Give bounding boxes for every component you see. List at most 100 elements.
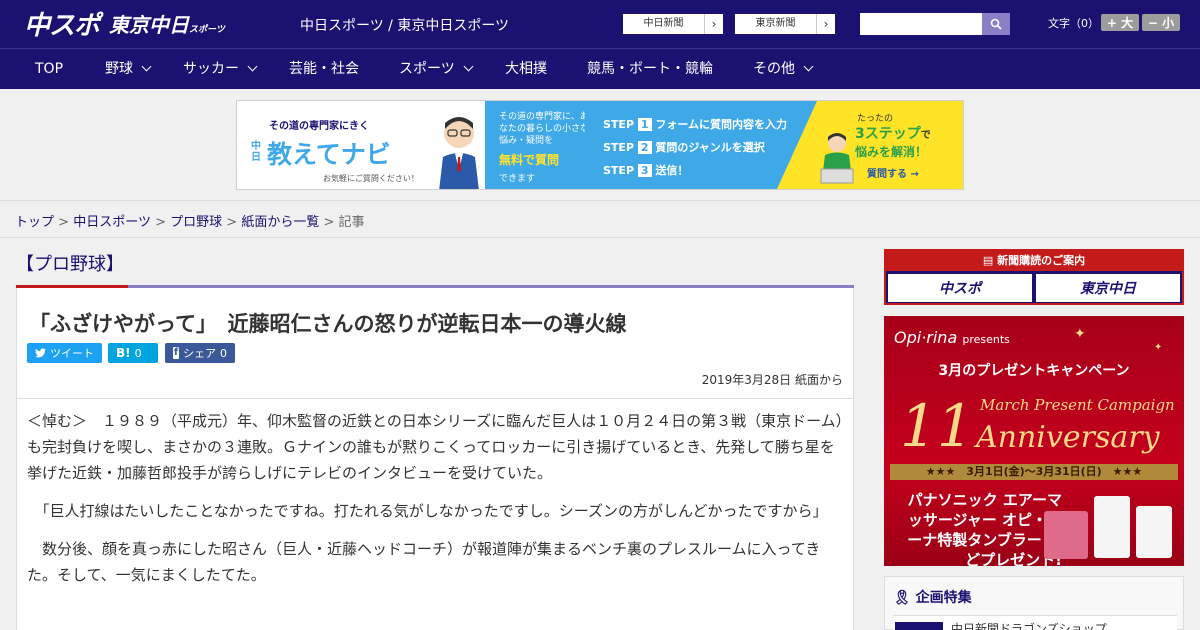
step-3-text: 送信！ — [655, 164, 689, 177]
chunichi-shimbun-label: 中日新聞 — [623, 14, 705, 34]
nav-baseball[interactable]: 野球 — [105, 49, 152, 90]
step-label: STEP — [603, 164, 635, 177]
site-logo[interactable]: 中スポ 東京中日スポーツ — [24, 8, 225, 41]
nav-top-label: TOP — [35, 61, 64, 77]
step-number-3: 3 — [637, 164, 652, 177]
opirina-campaign-ad[interactable]: Opi·rina presents 3月のプレゼントキャンペーン 11 Marc… — [884, 316, 1184, 566]
hatena-icon: B! — [116, 346, 131, 360]
breadcrumb: トップ > 中日スポーツ > プロ野球 > 紙面から一覧 > 記事 — [15, 211, 365, 230]
subscription-box: ▤ 新聞購読のご案内 中スポ 東京中日 — [884, 249, 1184, 305]
nav-entertainment-label: 芸能・社会 — [289, 61, 359, 77]
navigator-illustration — [439, 117, 479, 189]
tokyo-shimbun-label: 東京新聞 — [735, 14, 817, 34]
main-nav: TOP 野球 サッカー 芸能・社会 スポーツ 大相撲 競馬・ボート・競輪 その他 — [0, 48, 1200, 89]
font-smaller-button[interactable]: − 小 — [1142, 14, 1180, 31]
nav-entertainment[interactable]: 芸能・社会 — [289, 49, 359, 90]
site-title: 中日スポーツ / 東京中日スポーツ — [300, 18, 510, 34]
nav-soccer-label: サッカー — [183, 61, 239, 77]
promo-products: パナソニック エアーマッサージャー オピ・リーナ特製タンブラー などプレゼント! — [907, 491, 1062, 566]
chunichi-shimbun-link[interactable]: 中日新聞 › — [622, 13, 724, 35]
sparkle-icon: ✦ — [1074, 326, 1086, 342]
breadcrumb-sep: > — [155, 215, 166, 230]
nav-racing-label: 競馬・ボート・競輪 — [587, 61, 713, 77]
breadcrumb-bar: トップ > 中日スポーツ > プロ野球 > 紙面から一覧 > 記事 — [0, 200, 1200, 238]
breadcrumb-home[interactable]: トップ — [15, 215, 54, 230]
banner-step-3: STEP 3 送信！ — [603, 162, 688, 178]
ribbon-icon: 🎗 — [893, 590, 911, 606]
step-number-2: 2 — [637, 141, 652, 154]
nav-sports-label: スポーツ — [399, 61, 455, 77]
banner-right-big-text: 3ステップ — [855, 126, 921, 142]
promo-brand-name: Opi·rina — [894, 328, 958, 347]
logo-tokyo-chunichi: 東京中日スポーツ — [109, 9, 225, 38]
facebook-share-button[interactable]: f シェア 0 — [165, 343, 235, 363]
subscribe-tokyo-chunichi-button[interactable]: 東京中日 — [1036, 274, 1180, 302]
chevron-down-icon — [463, 61, 474, 72]
logo-tokyo-chunichi-text: 東京中日 — [109, 12, 190, 37]
article-body: ＜悼む＞ １９８９（平成元）年、仰木監督の近鉄との日本シリーズに臨んだ巨人は１０… — [27, 408, 845, 600]
breadcrumb-sep: > — [58, 215, 70, 230]
tumbler-product-image — [1136, 506, 1172, 558]
article-headline: 「ふざけやがって」 近藤昭仁さんの怒りが逆転日本一の導火線 — [29, 312, 627, 336]
twitter-icon — [35, 348, 46, 358]
subscription-header-text: 新聞購読のご案内 — [997, 254, 1086, 267]
banner-right-bottom: 悩みを解消！ — [855, 145, 928, 159]
facebook-icon: f — [173, 347, 179, 359]
nav-racing[interactable]: 競馬・ボート・競輪 — [587, 49, 713, 90]
search-button[interactable] — [982, 13, 1010, 35]
subscribe-chuspo-button[interactable]: 中スポ — [888, 274, 1032, 302]
laptop-user-illustration — [820, 133, 854, 184]
nav-soccer[interactable]: サッカー — [183, 49, 258, 90]
banner-mid-highlight: 無料で質問 — [499, 153, 560, 167]
promo-anniversary-number: 11 — [900, 392, 974, 460]
oshiete-navi-banner[interactable]: その道の専門家にきく 中日 教えてナビ お気軽にご質問ください！ その道の専門家… — [236, 100, 964, 190]
banner-tagline: その道の専門家にきく — [269, 121, 369, 132]
logo-sports-small: スポーツ — [189, 24, 225, 35]
chevron-down-icon — [247, 61, 258, 72]
article-date: 2019年3月28日 紙面から — [701, 373, 843, 387]
nav-top[interactable]: TOP — [35, 49, 63, 90]
tweet-button[interactable]: ツイート — [27, 343, 102, 363]
promo-anniversary: Anniversary — [976, 420, 1160, 455]
step-label: STEP — [603, 141, 635, 154]
step-number-1: 1 — [637, 118, 652, 131]
feature-title: 🎗 企画特集 — [893, 587, 972, 607]
banner-step-1: STEP 1 フォームに質問内容を入力 — [603, 116, 787, 132]
newspaper-icon: ▤ — [982, 254, 994, 267]
feature-item-dragons-shop[interactable]: 中日新聞ドラゴンズショップ — [893, 615, 1177, 630]
feature-item-label: 中日新聞ドラゴンズショップ — [951, 622, 1107, 630]
breadcrumb-section[interactable]: プロ野球 — [170, 215, 222, 230]
font-larger-button[interactable]: + 大 — [1101, 14, 1139, 31]
nav-baseball-label: 野球 — [105, 61, 133, 77]
promo-presents: presents — [962, 333, 1010, 346]
nav-other-label: その他 — [753, 61, 795, 77]
nav-other[interactable]: その他 — [753, 49, 814, 90]
breadcrumb-site[interactable]: 中日スポーツ — [73, 215, 151, 230]
top-header: 中スポ 東京中日スポーツ 中日スポーツ / 東京中日スポーツ 中日新聞 › 東京… — [0, 0, 1200, 48]
tumbler-product-image — [1094, 496, 1130, 558]
sparkle-icon: ✦ — [1154, 342, 1163, 353]
article-paragraph: 数分後、顔を真っ赤にした昭さん（巨人・近藤ヘッドコーチ）が報道陣が集まるベンチ裏… — [27, 540, 821, 584]
nav-sports[interactable]: スポーツ — [399, 49, 474, 90]
search-input[interactable] — [860, 13, 982, 35]
article-container: 「ふざけやがって」 近藤昭仁さんの怒りが逆転日本一の導火線 ツイート B! 0 … — [16, 288, 854, 630]
chevron-down-icon — [141, 61, 152, 72]
font-size-label: 文字（0） — [1048, 17, 1099, 30]
massager-product-image — [1044, 511, 1088, 559]
banner-mid-text: その道の専門家に、あなたの暮らしの小さな悩み・疑問を — [499, 112, 590, 146]
banner-sub: お気軽にご質問ください！ — [323, 174, 419, 183]
promo-brand: Opi·rina presents — [894, 328, 1010, 347]
tokyo-shimbun-link[interactable]: 東京新聞 › — [734, 13, 836, 35]
banner-cta[interactable]: 質問する → — [867, 165, 919, 180]
nav-sumo-label: 大相撲 — [505, 61, 547, 77]
article-category: 【プロ野球】 — [16, 254, 124, 275]
chevron-down-icon — [803, 61, 814, 72]
banner-brand-area: その道の専門家にきく 中日 教えてナビ お気軽にご質問ください！ — [237, 101, 485, 189]
arrow-right-icon: → — [910, 169, 919, 180]
breadcrumb-sep: > — [226, 215, 238, 230]
breadcrumb-list[interactable]: 紙面から一覧 — [241, 215, 319, 230]
hatena-bookmark-button[interactable]: B! 0 — [108, 343, 158, 363]
nav-sumo[interactable]: 大相撲 — [505, 49, 547, 90]
feature-title-text: 企画特集 — [915, 590, 972, 606]
banner-right-big: 3ステップで — [855, 123, 931, 143]
